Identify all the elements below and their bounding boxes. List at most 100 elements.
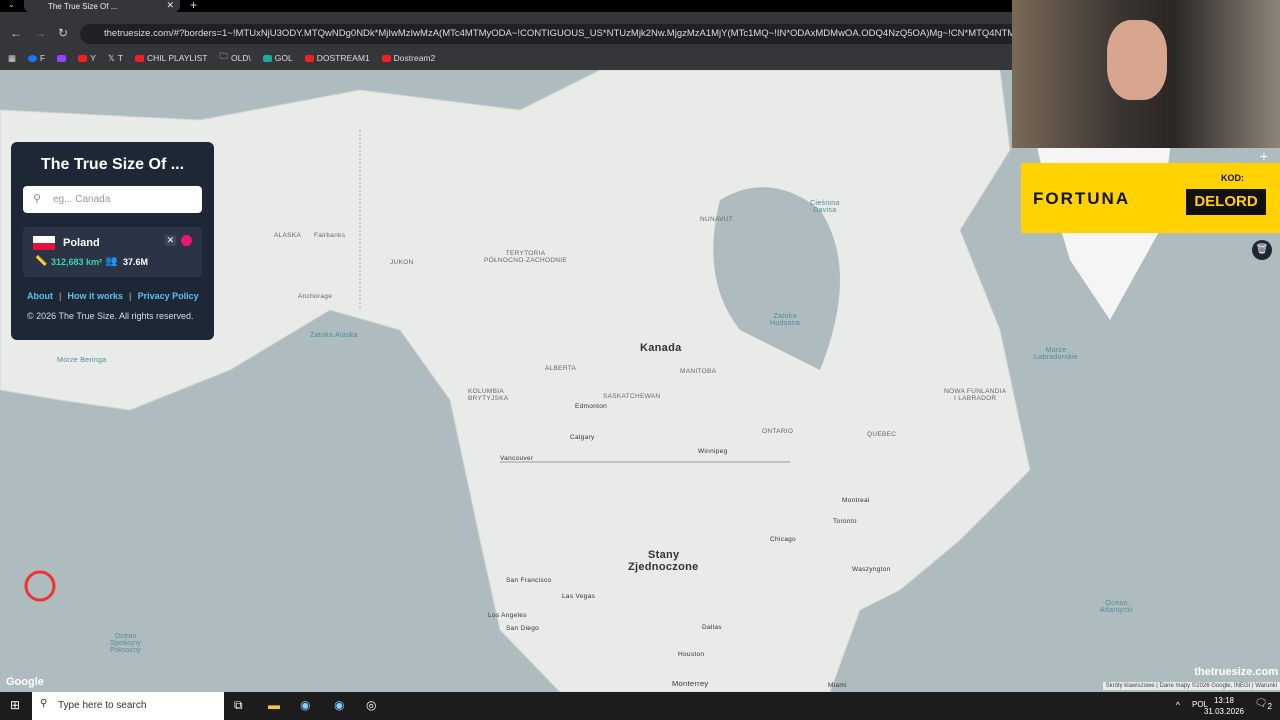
label-bering-sea: Morze Beringa: [57, 357, 107, 364]
people-icon: 👥: [105, 256, 118, 267]
label-hudson-bay: Zatoka Hudsona: [770, 313, 801, 327]
bookmark-f[interactable]: F: [28, 53, 45, 63]
privacy-policy-link[interactable]: Privacy Policy: [138, 291, 199, 301]
map-data-text: Dane mapy ©2026 Google, INEGI: [1159, 683, 1251, 689]
label-nunavut: NUNAVUT: [700, 216, 734, 223]
address-bar-row: ← → ↻ thetruesize.com/#?borders=1~!MTUxN…: [0, 22, 1020, 46]
trash-icon[interactable]: 🗑: [1252, 240, 1272, 260]
label-usa-2: Zjednoczone: [628, 561, 699, 573]
label-dallas: Dallas: [702, 624, 722, 631]
label-bc: KOLUMBIA BRYTYJSKA: [468, 388, 509, 402]
search-icon: ⚲: [40, 698, 48, 709]
label-ontario: ONTARIO: [762, 428, 794, 435]
url-text: thetruesize.com/#?borders=1~!MTUxNjU3ODY…: [104, 28, 1020, 39]
search-placeholder: eg... Canada: [53, 194, 111, 205]
country-card[interactable]: Poland ✕ 📏 312,683 km² 👥 37.6M: [23, 227, 202, 277]
watermark: thetruesize.com: [1194, 666, 1278, 678]
file-explorer-icon[interactable]: ▬: [268, 698, 280, 712]
webcam-overlay: [1012, 0, 1280, 148]
label-anchorage: Anchorage: [298, 293, 333, 300]
apps-icon[interactable]: ▦: [8, 53, 16, 64]
about-link[interactable]: About: [27, 291, 53, 301]
label-manitoba: MANITOBA: [680, 368, 717, 375]
panel-title: The True Size Of ...: [40, 156, 185, 173]
label-houston: Houston: [678, 651, 705, 658]
forward-icon[interactable]: →: [34, 26, 46, 40]
label-chicago: Chicago: [770, 536, 796, 543]
google-logo: Google: [6, 676, 44, 688]
map-attribution: Skróty klawiszowe | Dane mapy ©2026 Goog…: [1102, 682, 1280, 690]
back-icon[interactable]: ←: [10, 26, 22, 40]
url-input[interactable]: thetruesize.com/#?borders=1~!MTUxNjU3ODY…: [80, 24, 1020, 44]
terms-link[interactable]: Warunki: [1255, 683, 1277, 689]
label-alaska: ALASKA: [274, 232, 302, 239]
label-los-angeles: Los Angeles: [488, 612, 527, 619]
label-winnipeg: Winnipeg: [698, 448, 728, 455]
label-calgary: Calgary: [570, 434, 595, 441]
label-montreal: Montreal: [842, 497, 870, 504]
how-it-works-link[interactable]: How it works: [68, 291, 124, 301]
clock[interactable]: 13:18 31.03.2026: [1204, 695, 1244, 717]
label-labrador-sea: Morze Labradorskie: [1034, 347, 1079, 361]
toolbar-spacer: [0, 12, 1012, 22]
bookmark-y[interactable]: Y: [78, 53, 96, 63]
ad-code: DELORD: [1186, 189, 1266, 215]
taskbar: ⊞ ⚲ Type here to search ⧉ ▬ ◉ ◉ ◎ ^ POL 1…: [0, 692, 1280, 720]
notifications-icon[interactable]: 🗨2: [1255, 698, 1272, 711]
bookmark-twitch[interactable]: [57, 54, 67, 62]
label-sask: SASKATCHEWAN: [603, 393, 661, 400]
copyright: © 2026 The True Size. All rights reserve…: [27, 311, 194, 321]
chrome-icon-2[interactable]: ◉: [334, 698, 344, 712]
country-color-picker[interactable]: [181, 235, 192, 246]
keyboard-shortcuts-link[interactable]: Skróty klawiszowe: [1106, 683, 1155, 689]
bookmark-t[interactable]: 𝕏 T: [108, 53, 123, 64]
bookmark-folder-old[interactable]: 🗀 OLD\: [219, 51, 250, 65]
label-usa-1: Stany: [648, 549, 680, 561]
label-nwt: TERYTORIA PÓŁNOCNO-ZACHODNIE: [484, 250, 568, 264]
label-atlantic-ocean: Ocean Atlantycki: [1100, 600, 1133, 614]
reload-icon[interactable]: ↻: [58, 26, 68, 40]
label-washington: Waszyngton: [852, 566, 891, 573]
fortuna-ad: FORTUNA KOD: DELORD: [1021, 163, 1280, 233]
poland-flag-icon: [33, 236, 55, 250]
label-san-diego: San Diego: [506, 625, 540, 632]
taskbar-search-placeholder: Type here to search: [58, 700, 147, 711]
label-edmonton: Edmonton: [575, 403, 608, 410]
tab-bar: ⌄ The True Size Of ... ✕ +: [0, 0, 1012, 12]
label-fairbanks: Fairbanks: [314, 232, 346, 239]
ruler-icon: 📏: [35, 256, 48, 267]
app-icon[interactable]: ◎: [366, 698, 376, 712]
label-pacific-ocean: Ocean Spokojny Północny: [110, 633, 142, 654]
country-search-input[interactable]: ⚲ eg... Canada: [23, 186, 202, 213]
new-tab-button[interactable]: +: [190, 0, 197, 12]
tab-list-icon[interactable]: ⌄: [8, 0, 15, 9]
close-tab-icon[interactable]: ✕: [166, 0, 174, 11]
chrome-icon[interactable]: ◉: [300, 698, 310, 712]
plus-icon[interactable]: +: [1260, 148, 1268, 164]
task-view-icon[interactable]: ⧉: [234, 698, 243, 713]
windows-start-icon[interactable]: ⊞: [10, 698, 20, 712]
label-quebec: QUEBEC: [867, 431, 897, 438]
tray-chevron-icon[interactable]: ^: [1176, 700, 1180, 710]
label-las-vegas: Las Vegas: [562, 593, 596, 600]
remove-country-button[interactable]: ✕: [165, 235, 176, 246]
tab-active[interactable]: The True Size Of ... ✕: [24, 0, 180, 12]
country-name: Poland: [63, 237, 100, 249]
label-yukon: JUKON: [390, 259, 414, 266]
footer-links: About | How it works | Privacy Policy: [27, 291, 199, 301]
ad-brand: FORTUNA: [1033, 189, 1131, 208]
search-icon: ⚲: [33, 193, 42, 205]
label-kanada: Kanada: [640, 342, 682, 354]
bookmark-dostream2[interactable]: Dostream2: [381, 53, 435, 63]
country-area: 312,683 km²: [51, 257, 103, 267]
notification-count: 2: [1267, 701, 1272, 711]
bookmarks-bar: ▦ F Y 𝕏 T CHIL PLAYLIST 🗀 OLD\ GOL DOSTR…: [0, 46, 1012, 70]
label-labrador: NOWA FUNLANDIA I LABRADOR: [944, 388, 1007, 402]
bookmark-gol[interactable]: GOL: [262, 53, 293, 63]
country-population: 37.6M: [123, 257, 149, 267]
taskbar-search[interactable]: ⚲ Type here to search: [32, 692, 224, 720]
bookmark-chil-playlist[interactable]: CHIL PLAYLIST: [134, 53, 207, 63]
ad-code-label: KOD:: [1221, 173, 1244, 183]
label-alberta: ALBERTA: [545, 365, 577, 372]
bookmark-dostream1[interactable]: DOSTREAM1: [304, 53, 370, 63]
